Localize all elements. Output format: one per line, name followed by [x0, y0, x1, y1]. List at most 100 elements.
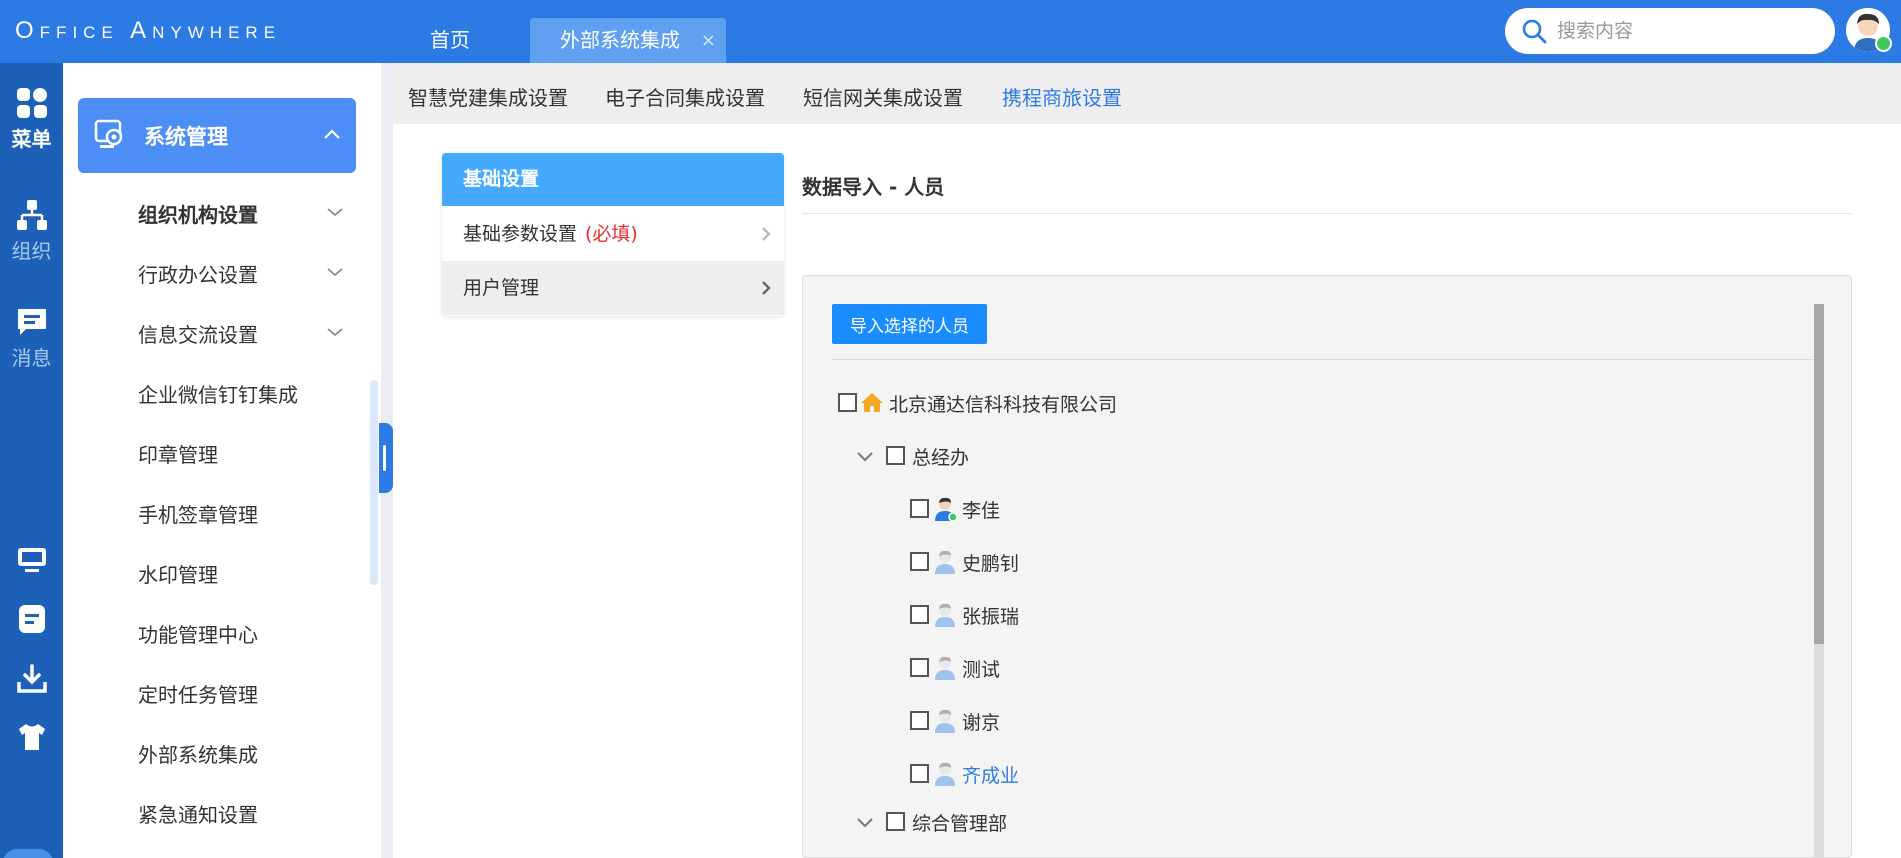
title-divider [802, 213, 1852, 214]
sidebar-item-emergency-notice[interactable]: 紧急通知设置 [138, 799, 258, 828]
chevron-right-icon [762, 227, 771, 241]
panel-row-label: 用户管理 [463, 277, 540, 299]
chevron-down-icon[interactable] [325, 265, 345, 279]
tree-node-group: 综合管理部 [855, 808, 1055, 838]
tree-checkbox[interactable] [910, 711, 929, 730]
sidebar-section-label: 系统管理 [144, 125, 228, 149]
org-chart-icon [16, 200, 47, 230]
tree-node-member: 李佳 [910, 495, 1110, 525]
rail-item-menu[interactable]: 菜单 [0, 87, 63, 152]
tree-checkbox[interactable] [910, 658, 929, 677]
sidebar-item-org-settings[interactable]: 组织机构设置 [138, 199, 258, 228]
tree-node-root: 北京通达信科科技有限公司 [838, 389, 1138, 419]
tree-node-label[interactable]: 总经办 [912, 443, 969, 470]
close-icon[interactable]: × [701, 18, 716, 63]
subnav-ctrip-travel[interactable]: 携程商旅设置 [1002, 82, 1122, 111]
chevron-down-icon[interactable] [855, 450, 875, 464]
document-icon [18, 605, 45, 633]
panel-header: 基础设置 [442, 153, 784, 206]
icon-rail: 菜单 组织 消息 [0, 63, 63, 858]
search-icon[interactable] [1521, 18, 1547, 44]
rail-menu-label: 菜单 [11, 127, 52, 151]
tab-home[interactable]: 首页 [430, 18, 510, 63]
tree-node-label[interactable]: 张振瑞 [962, 602, 1019, 629]
user-icon [935, 550, 955, 574]
sidebar-item-wechat-dingtalk[interactable]: 企业微信钉钉集成 [138, 379, 298, 408]
tree-node-member: 齐成业 [910, 760, 1110, 790]
sidebar-item-seal-management[interactable]: 印章管理 [138, 439, 218, 468]
system-settings-icon [94, 119, 123, 148]
panel-row-basic-params[interactable]: 基础参数设置 (必填) [442, 207, 784, 261]
tree-node-label[interactable]: 李佳 [962, 496, 1000, 523]
sidebar-item-scheduled-tasks[interactable]: 定时任务管理 [138, 679, 258, 708]
tab-home-label: 首页 [430, 28, 470, 52]
chevron-down-icon[interactable] [325, 205, 345, 219]
rail-msg-label: 消息 [11, 346, 52, 370]
sidebar-item-function-center[interactable]: 功能管理中心 [138, 619, 258, 648]
online-status-badge [1875, 35, 1892, 52]
tree-node-label[interactable]: 齐成业 [962, 761, 1019, 788]
tree-scrollbar-thumb[interactable] [1814, 304, 1824, 644]
tree-checkbox[interactable] [910, 552, 929, 571]
sidebar-item-info-exchange[interactable]: 信息交流设置 [138, 319, 258, 348]
search-input[interactable] [1557, 16, 1817, 46]
user-icon [935, 709, 955, 733]
chevron-right-icon [762, 281, 771, 295]
download-icon [16, 664, 47, 693]
rail-collapse-toggle[interactable] [3, 849, 53, 858]
panel-row-user-management[interactable]: 用户管理 [442, 261, 784, 315]
rail-item-desktop[interactable] [0, 546, 63, 574]
tshirt-icon [18, 724, 45, 750]
tree-checkbox[interactable] [886, 446, 905, 465]
sidebar-collapse-handle[interactable] [379, 423, 393, 493]
tree-node-label[interactable]: 测试 [962, 655, 1000, 682]
logo-wordmark: OFFICE ANYWHERE [15, 17, 281, 44]
subnav-sms-gateway[interactable]: 短信网关集成设置 [803, 82, 963, 111]
grid-icon [16, 88, 47, 118]
sidebar-item-watermark[interactable]: 水印管理 [138, 559, 218, 588]
import-selected-button[interactable]: 导入选择的人员 [832, 304, 987, 344]
tree-checkbox[interactable] [838, 393, 857, 412]
tree-node-member: 史鹏钊 [910, 548, 1110, 578]
tree-node-label[interactable]: 北京通达信科科技有限公司 [889, 390, 1117, 417]
search-box[interactable] [1505, 8, 1835, 54]
home-icon [861, 393, 883, 412]
sidebar-item-external-integration[interactable]: 外部系统集成 [138, 739, 258, 768]
rail-item-org[interactable]: 组织 [0, 199, 63, 264]
panel-row-label: 基础参数设置 [463, 223, 578, 245]
tree-node-group: 总经办 [855, 442, 1055, 472]
tree-node-label[interactable]: 谢京 [962, 708, 1000, 735]
tree-node-member: 张振瑞 [910, 601, 1110, 631]
chevron-down-icon[interactable] [325, 325, 345, 339]
message-icon [17, 309, 46, 335]
app-logo: OFFICE ANYWHERE [15, 14, 375, 50]
tree-checkbox[interactable] [886, 812, 905, 831]
page-title: 数据导入 - 人员 [802, 175, 945, 199]
rail-item-theme[interactable] [0, 723, 63, 751]
tree-node-member: 测试 [910, 654, 1110, 684]
rail-item-messages[interactable]: 消息 [0, 306, 63, 371]
chevron-down-icon[interactable] [855, 816, 875, 830]
sidebar-item-mobile-signature[interactable]: 手机签章管理 [138, 499, 258, 528]
tree-checkbox[interactable] [910, 764, 929, 783]
svg-text:OFFICE ANYWHERE: OFFICE ANYWHERE [15, 17, 281, 44]
sidebar-item-admin-office[interactable]: 行政办公设置 [138, 259, 258, 288]
rail-item-download[interactable] [0, 664, 63, 694]
tree-node-label[interactable]: 综合管理部 [912, 809, 1007, 836]
chevron-up-icon[interactable] [322, 124, 342, 144]
tree-node-label[interactable]: 史鹏钊 [962, 549, 1019, 576]
tab-active-label: 外部系统集成 [560, 28, 680, 52]
subnav-party-building[interactable]: 智慧党建集成设置 [408, 82, 568, 111]
rail-item-documents[interactable] [0, 604, 63, 634]
user-online-icon [935, 497, 958, 522]
user-icon [935, 762, 955, 786]
subnav-e-contract[interactable]: 电子合同集成设置 [605, 82, 765, 111]
tab-external-integration[interactable]: 外部系统集成 × [530, 18, 726, 63]
user-icon [935, 603, 955, 627]
tree-checkbox[interactable] [910, 499, 929, 518]
sidebar-section-system-management[interactable]: 系统管理 [78, 98, 356, 173]
tree-divider [832, 359, 1814, 360]
sidebar-scrollbar[interactable] [370, 380, 378, 585]
collapse-icon [3, 849, 53, 858]
tree-checkbox[interactable] [910, 605, 929, 624]
